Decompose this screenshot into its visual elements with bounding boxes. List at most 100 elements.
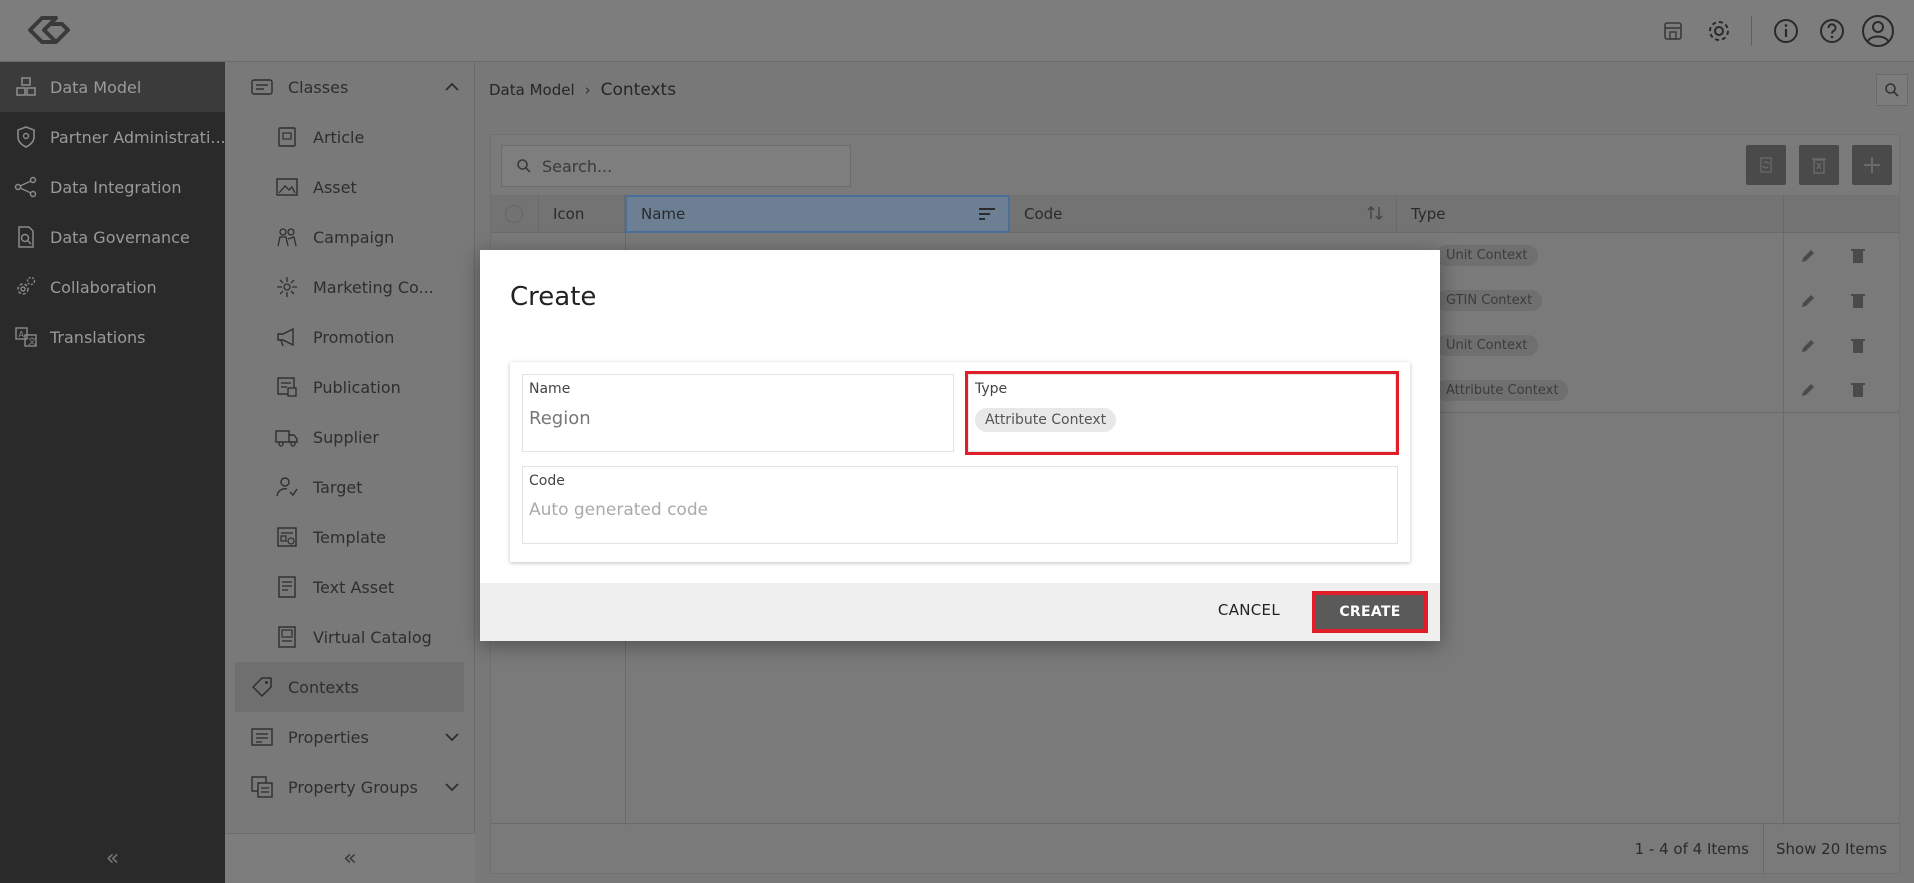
trash-icon[interactable] [1849, 292, 1867, 310]
type-chip[interactable]: Attribute Context [975, 408, 1117, 432]
store-icon[interactable] [1651, 9, 1695, 53]
table-footer: 1 - 4 of 4 Items Show 20 Items [491, 823, 1899, 874]
subnav-classes[interactable]: Classes [225, 62, 474, 112]
nav-item-partner-administration[interactable]: Partner Administrati... [0, 112, 225, 162]
subnav-label: Classes [288, 77, 349, 97]
subnav-item-target[interactable]: Target [225, 462, 474, 512]
chevron-up-icon[interactable] [444, 79, 460, 95]
plus-icon [1864, 157, 1880, 173]
subnav-label: Campaign [313, 227, 395, 247]
breadcrumb-separator: › [584, 81, 591, 99]
column-label: Icon [553, 205, 585, 223]
row-actions [1783, 247, 1883, 265]
subnav-item-text-asset[interactable]: Text Asset [225, 562, 474, 612]
nav-label: Collaboration [50, 277, 157, 297]
subnav-property-groups[interactable]: Property Groups [225, 762, 474, 812]
trash-icon[interactable] [1849, 247, 1867, 265]
page-size-select[interactable]: Show 20 Items [1762, 823, 1899, 874]
subnav-item-virtual-catalog[interactable]: Virtual Catalog [225, 612, 474, 662]
chevron-down-icon[interactable] [444, 779, 460, 795]
article-icon [278, 127, 296, 147]
type-chip: GTIN Context [1436, 290, 1543, 311]
subnav-item-article[interactable]: Article [225, 112, 474, 162]
translate-icon: A文 [15, 327, 37, 347]
subnav-item-promotion[interactable]: Promotion [225, 312, 474, 362]
nodes-icon [14, 176, 37, 198]
subnav-label: Supplier [313, 427, 379, 447]
global-search-button[interactable] [1876, 74, 1908, 106]
name-label: Name [529, 381, 571, 397]
user-avatar-icon[interactable] [1856, 9, 1900, 53]
row-actions [1783, 337, 1883, 355]
edit-icon[interactable] [1799, 381, 1817, 399]
gears-icon [17, 276, 36, 295]
subnav-label: Property Groups [288, 777, 418, 797]
collapse-subnav-button[interactable]: « [225, 833, 475, 883]
help-icon[interactable] [1810, 9, 1854, 53]
subnav-item-supplier[interactable]: Supplier [225, 412, 474, 462]
subnav-label: Promotion [313, 327, 395, 347]
create-button[interactable]: CREATE [1312, 591, 1428, 633]
subnav-contexts[interactable]: Contexts [235, 662, 464, 712]
svg-text:A: A [19, 330, 25, 339]
nav-item-collaboration[interactable]: Collaboration [0, 262, 225, 312]
image-icon [276, 178, 298, 196]
subnav-label: Publication [313, 377, 401, 397]
gear-icon[interactable] [1697, 9, 1741, 53]
add-button[interactable] [1852, 145, 1892, 185]
list-icon [251, 79, 273, 95]
collapse-sidebar-button[interactable]: « [0, 833, 225, 883]
column-header-name[interactable]: Name [625, 195, 1010, 233]
dialog-title: Create [510, 282, 597, 312]
search-placeholder: Search... [542, 156, 613, 176]
refresh-button[interactable] [1746, 145, 1786, 185]
sort-icon[interactable] [1366, 205, 1384, 221]
trash-icon[interactable] [1849, 337, 1867, 355]
delete-button[interactable] [1799, 145, 1839, 185]
search-input[interactable]: Search... [501, 145, 851, 187]
breadcrumb-root[interactable]: Data Model [489, 81, 575, 99]
edit-icon[interactable] [1799, 337, 1817, 355]
megaphone-icon [277, 327, 294, 347]
column-label: Name [641, 205, 686, 223]
subnav-label: Contexts [288, 677, 360, 697]
subnav-label: Properties [288, 727, 369, 747]
subnav-item-template[interactable]: Template [225, 512, 474, 562]
edit-icon[interactable] [1799, 292, 1817, 310]
nav-item-translations[interactable]: A文 Translations [0, 312, 225, 362]
sort-descending-icon[interactable] [978, 207, 996, 221]
app-logo[interactable] [22, 10, 72, 50]
subnav-item-campaign[interactable]: Campaign [225, 212, 474, 262]
secondary-sidebar: Classes Article Asset Campaign Marketing… [225, 62, 475, 883]
edit-icon[interactable] [1799, 247, 1817, 265]
type-field[interactable]: Type Attribute Context [965, 371, 1399, 455]
refresh-icon [1760, 157, 1772, 173]
trash-icon[interactable] [1849, 381, 1867, 399]
nav-item-data-model[interactable]: Data Model [0, 62, 225, 112]
create-context-dialog: Create Name Region Type Attribute Contex… [480, 250, 1440, 641]
info-icon[interactable] [1764, 9, 1808, 53]
subnav-item-marketing-content[interactable]: Marketing Co... [225, 262, 474, 312]
column-header-type[interactable]: Type [1397, 195, 1784, 233]
name-field[interactable]: Name Region [522, 374, 954, 452]
search-icon [517, 159, 531, 173]
property-groups-icon [251, 776, 273, 798]
text-document-icon [278, 576, 296, 598]
subnav-properties[interactable]: Properties [225, 712, 474, 762]
subnav-item-publication[interactable]: Publication [225, 362, 474, 412]
nav-item-data-governance[interactable]: Data Governance [0, 212, 225, 262]
type-chip: Unit Context [1436, 245, 1538, 266]
cancel-button[interactable]: CANCEL [1218, 601, 1280, 619]
column-header-code[interactable]: Code [1010, 195, 1397, 233]
type-chip: Attribute Context [1436, 379, 1569, 401]
select-all-checkbox[interactable] [491, 195, 539, 233]
subnav-item-asset[interactable]: Asset [225, 162, 474, 212]
column-header-icon[interactable]: Icon [539, 195, 625, 233]
breadcrumb-current: Contexts [600, 80, 677, 100]
nav-item-data-integration[interactable]: Data Integration [0, 162, 225, 212]
template-icon [277, 527, 297, 547]
code-field[interactable]: Code Auto generated code [522, 466, 1398, 544]
chevron-down-icon[interactable] [444, 729, 460, 745]
subnav-label: Template [313, 527, 387, 547]
form-card: Name Region Type Attribute Context Code … [510, 362, 1410, 562]
